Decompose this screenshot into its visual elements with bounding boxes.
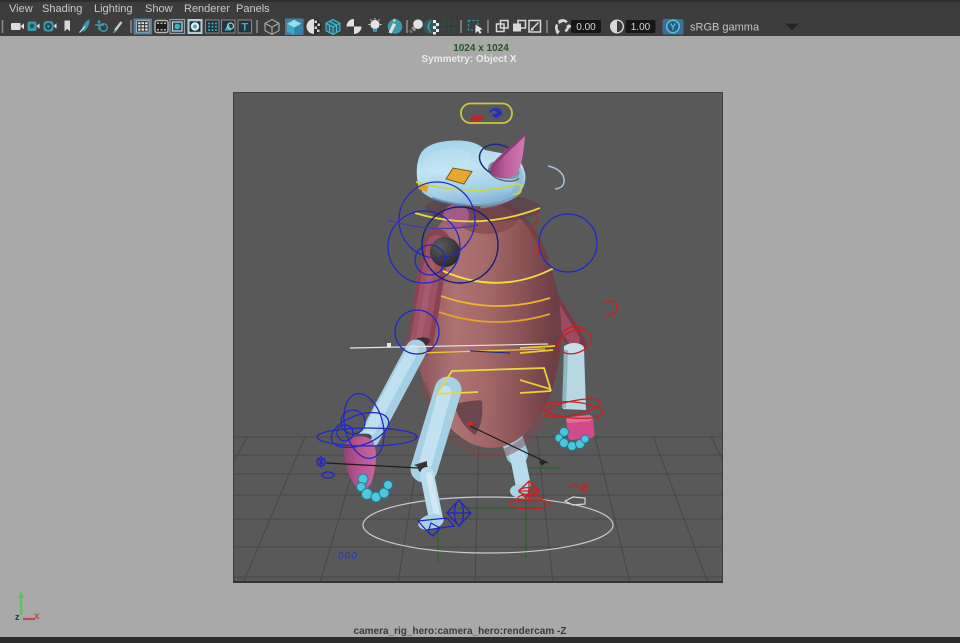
svg-text:z: z xyxy=(15,612,20,622)
svg-text:0.00: 0.00 xyxy=(576,22,596,33)
svg-text:000: 000 xyxy=(338,551,358,562)
svg-text:sRGB gamma: sRGB gamma xyxy=(690,22,760,34)
svg-text:T: T xyxy=(241,22,248,34)
svg-text:1.00: 1.00 xyxy=(631,22,651,33)
svg-text:x: x xyxy=(34,611,40,622)
